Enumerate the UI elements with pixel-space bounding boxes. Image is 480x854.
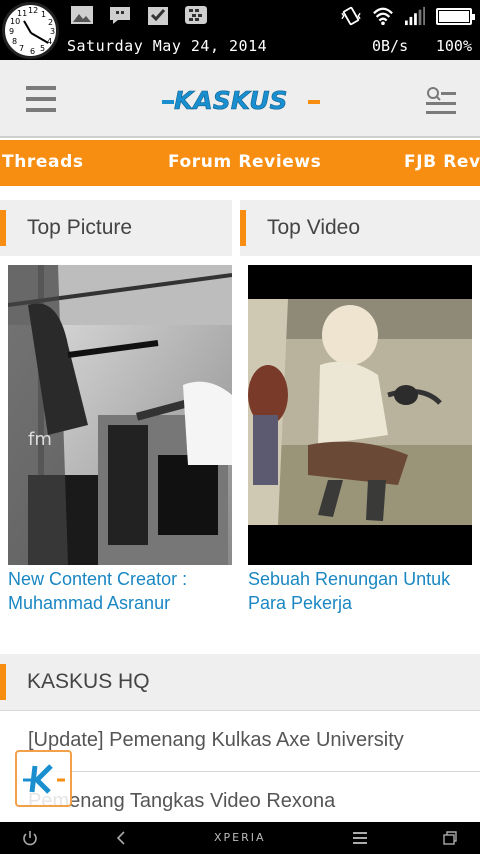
xperia-brand: XPERIA — [214, 831, 266, 844]
divider — [28, 771, 480, 772]
status-date: Saturday May 24, 2014 — [67, 37, 268, 55]
clock-number: 5 — [40, 44, 46, 53]
concert-photo: fm — [8, 265, 232, 565]
section-header-top-video: Top Video — [240, 200, 480, 256]
bbm-icon — [185, 6, 207, 24]
analog-clock-widget: 12 1 2 3 4 5 6 7 8 9 10 11 — [2, 2, 59, 59]
section-title: KASKUS HQ — [27, 670, 150, 693]
section-accent-bar — [0, 664, 6, 700]
tab-fjb-reviews[interactable]: FJB Rev — [404, 152, 480, 172]
logo-text: KASKUS — [174, 86, 288, 115]
app-bar: KASKUS — [0, 60, 480, 138]
clock-number: 1 — [41, 10, 47, 19]
forum-tab-strip: Threads Forum Reviews FJB Rev — [0, 140, 480, 186]
task-check-icon — [148, 7, 168, 25]
section-header-top-picture: Top Picture — [0, 200, 232, 256]
clock-number: 6 — [30, 47, 36, 56]
kaskus-logo[interactable]: KASKUS — [160, 82, 322, 118]
hamburger-menu-icon[interactable] — [26, 86, 56, 114]
top-picture-caption[interactable]: New Content Creator : Muhammad Asranur — [8, 567, 232, 615]
top-video-thumbnail[interactable] — [248, 265, 472, 565]
section-accent-bar — [0, 210, 6, 246]
top-picture-thumbnail[interactable]: fm — [8, 265, 232, 565]
clock-number: 8 — [12, 37, 18, 46]
top-video-card[interactable]: Sebuah Renungan Untuk Para Pekerja — [248, 265, 472, 615]
clock-number: 12 — [28, 6, 39, 15]
battery-percent: 100% — [435, 37, 472, 55]
wifi-icon — [373, 7, 393, 26]
section-accent-bar — [240, 210, 246, 246]
kaskus-k-icon — [23, 764, 65, 794]
top-picture-card[interactable]: fm New Content Creator : Muhammad Asranu… — [8, 265, 232, 615]
video-frame — [248, 265, 472, 565]
battery-icon — [436, 7, 475, 25]
hq-list-item[interactable]: Pemenang Tangkas Video Rexona — [28, 790, 335, 813]
fm-sign-text: fm — [28, 429, 52, 450]
menu-icon[interactable] — [352, 831, 368, 845]
back-icon[interactable] — [114, 830, 128, 846]
status-indicators — [340, 6, 475, 26]
top-video-caption[interactable]: Sebuah Renungan Untuk Para Pekerja — [248, 567, 472, 615]
clock-number: 3 — [50, 27, 56, 36]
status-bar: 12 1 2 3 4 5 6 7 8 9 10 11 Saturday May … — [0, 0, 480, 60]
divider — [0, 710, 480, 711]
hq-list-item[interactable]: [Update] Pemenang Kulkas Axe University — [28, 729, 404, 752]
kaskus-floating-button[interactable] — [15, 750, 72, 807]
power-icon[interactable] — [22, 830, 38, 846]
clock-number: 7 — [19, 44, 25, 53]
notification-icons — [70, 4, 208, 26]
clock-number: 9 — [9, 27, 15, 36]
section-title: Top Picture — [27, 216, 133, 239]
section-title: Top Video — [267, 216, 361, 239]
clock-number: 2 — [48, 18, 54, 27]
bbm-chat-icon — [110, 7, 130, 24]
battery-fill — [439, 10, 469, 22]
network-speed: 0B/s — [372, 37, 409, 55]
search-menu-icon[interactable] — [424, 86, 456, 116]
recent-apps-icon[interactable] — [442, 830, 458, 846]
tab-forum-reviews[interactable]: Forum Reviews — [168, 152, 321, 172]
signal-icon — [405, 6, 425, 26]
section-header-kaskus-hq: KASKUS HQ — [0, 654, 480, 710]
gallery-icon — [71, 6, 93, 24]
tab-threads[interactable]: Threads — [2, 152, 84, 172]
clock-number: 10 — [10, 17, 21, 26]
system-nav-bar: XPERIA — [0, 822, 480, 854]
vibrate-icon — [341, 6, 361, 26]
clock-number: 11 — [17, 9, 28, 18]
